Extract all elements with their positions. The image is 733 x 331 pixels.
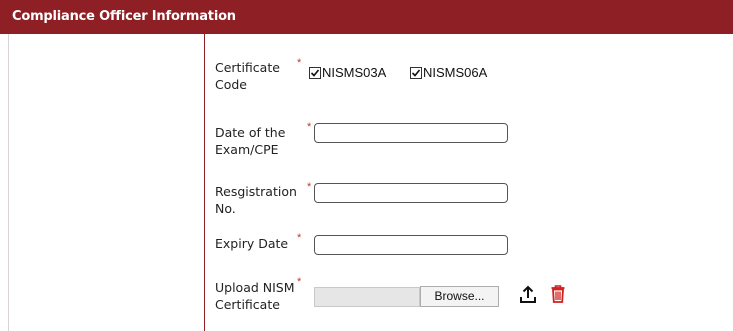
file-path-field[interactable] bbox=[314, 287, 420, 307]
certificate-code-label: Certificate Code bbox=[215, 60, 280, 92]
checkmark-icon bbox=[310, 68, 320, 77]
checkbox-label: NISMS03A bbox=[322, 65, 387, 80]
expiry-date-label: Expiry Date bbox=[215, 236, 289, 251]
upload-label: Upload NISM Certificate bbox=[215, 280, 295, 312]
section-title: Compliance Officer Information bbox=[12, 9, 236, 24]
required-mark: * bbox=[307, 121, 312, 133]
checkbox-label: NISMS06A bbox=[423, 65, 488, 80]
registration-no-label: Resgistration No. bbox=[215, 184, 297, 216]
expiry-date-input[interactable] bbox=[314, 235, 508, 255]
checkbox-nisms06a[interactable]: NISMS06A bbox=[410, 65, 487, 80]
upload-icon[interactable] bbox=[519, 285, 537, 305]
checkbox-box[interactable] bbox=[309, 66, 321, 79]
checkbox-box[interactable] bbox=[410, 66, 422, 79]
required-mark: * bbox=[297, 232, 302, 244]
required-mark: * bbox=[297, 57, 302, 69]
browse-button[interactable]: Browse... bbox=[420, 286, 499, 307]
required-mark: * bbox=[307, 181, 312, 193]
exam-date-input[interactable] bbox=[314, 123, 508, 143]
exam-date-label: Date of the Exam/CPE bbox=[215, 125, 286, 157]
trash-icon[interactable] bbox=[550, 284, 566, 304]
registration-no-input[interactable] bbox=[314, 183, 508, 203]
column-divider bbox=[204, 34, 205, 331]
left-border bbox=[8, 34, 9, 331]
required-mark: * bbox=[297, 276, 302, 288]
checkbox-nisms03a[interactable]: NISMS03A bbox=[309, 65, 386, 80]
checkmark-icon bbox=[411, 68, 421, 77]
section-header: Compliance Officer Information bbox=[0, 0, 733, 34]
